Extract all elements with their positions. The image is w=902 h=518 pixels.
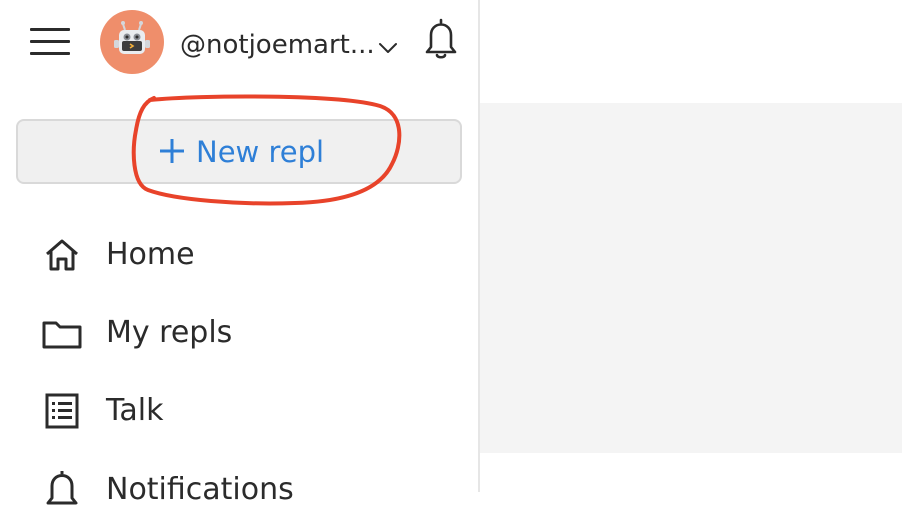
nav-item-notifications[interactable]: Notifications [36, 462, 456, 518]
plus-icon [158, 137, 186, 165]
bell-icon[interactable] [420, 17, 462, 61]
folder-icon [40, 313, 84, 353]
main-panel [480, 103, 902, 453]
bell-icon [40, 470, 84, 510]
nav-label-home: Home [106, 237, 195, 272]
home-icon [40, 235, 84, 275]
nav-item-talk[interactable]: Talk [36, 383, 456, 439]
avatar[interactable] [100, 10, 164, 74]
nav-item-my-repls[interactable]: My repls [36, 305, 456, 361]
list-icon [40, 391, 84, 431]
sidebar: @notjoemart... New repl Home My repls Ta… [0, 0, 480, 507]
nav-label-my-repls: My repls [106, 315, 233, 350]
hamburger-menu-icon[interactable] [30, 28, 70, 58]
main-area [480, 0, 902, 492]
nav-item-home[interactable]: Home [36, 227, 456, 283]
new-repl-label: New repl [196, 135, 325, 169]
nav-label-talk: Talk [106, 393, 164, 428]
username[interactable]: @notjoemart... [180, 28, 375, 62]
nav-label-notifications: Notifications [106, 472, 294, 507]
chevron-down-icon[interactable] [377, 40, 399, 56]
